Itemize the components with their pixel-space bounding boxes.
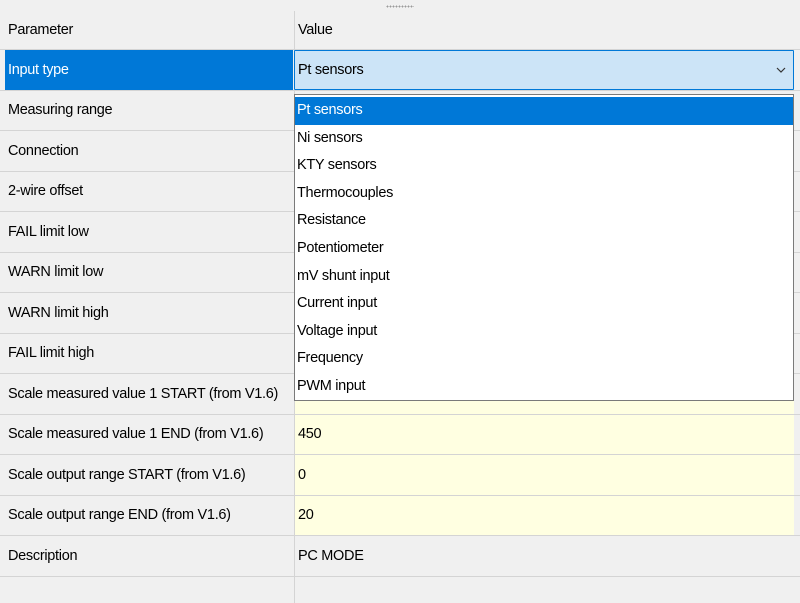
param-label: WARN limit high xyxy=(8,304,109,321)
table-row[interactable]: Description PC MODE xyxy=(0,536,800,577)
row-input-type[interactable]: Input type Pt sensors xyxy=(0,50,800,91)
param-label: 2-wire offset xyxy=(8,183,83,200)
grip-dots xyxy=(386,5,414,8)
param-label: Scale measured value 1 END (from V1.6) xyxy=(8,426,264,443)
param-label: WARN limit low xyxy=(8,264,104,281)
param-label: FAIL limit high xyxy=(8,345,95,362)
grid-header: Parameter Value xyxy=(0,11,800,50)
dropdown-option-current-input[interactable]: Current input xyxy=(295,290,793,318)
header-value[interactable]: Value xyxy=(294,11,794,49)
table-row-empty xyxy=(0,576,800,603)
dropdown-option-mv-shunt-input[interactable]: mV shunt input xyxy=(295,263,793,291)
input-type-combobox[interactable]: Pt sensors xyxy=(294,50,794,90)
splitter-grip[interactable] xyxy=(0,0,800,11)
param-label: Scale output range START (from V1.6) xyxy=(8,466,246,483)
dropdown-option-potentiometer[interactable]: Potentiometer xyxy=(295,235,793,263)
dropdown-option-voltage-input[interactable]: Voltage input xyxy=(295,318,793,346)
dropdown-option-thermocouples[interactable]: Thermocouples xyxy=(295,180,793,208)
chevron-down-icon[interactable] xyxy=(775,64,787,76)
header-parameter[interactable]: Parameter xyxy=(5,11,293,49)
dropdown-option-kty-sensors[interactable]: KTY sensors xyxy=(295,152,793,180)
output-end-input[interactable]: 20 xyxy=(294,495,794,535)
combobox-value: Pt sensors xyxy=(298,61,364,78)
param-label: Connection xyxy=(8,142,79,159)
param-label: Scale output range END (from V1.6) xyxy=(8,507,231,524)
input-type-dropdown-list[interactable]: Pt sensors Ni sensors KTY sensors Thermo… xyxy=(294,94,794,401)
dropdown-option-pt-sensors[interactable]: Pt sensors xyxy=(295,97,793,125)
param-label: Description xyxy=(8,547,78,564)
param-label-empty xyxy=(5,577,293,603)
description-value[interactable]: PC MODE xyxy=(294,536,794,576)
table-row[interactable]: Scale measured value 1 END (from V1.6) 4… xyxy=(0,414,800,455)
param-label: Input type xyxy=(5,50,293,90)
param-label: Measuring range xyxy=(8,102,113,119)
dropdown-option-ni-sensors[interactable]: Ni sensors xyxy=(295,125,793,153)
dropdown-option-frequency[interactable]: Frequency xyxy=(295,345,793,373)
table-row[interactable]: Scale output range END (from V1.6) 20 xyxy=(0,495,800,536)
output-start-input[interactable]: 0 xyxy=(294,455,794,495)
param-label: FAIL limit low xyxy=(8,223,89,240)
scale-end-input[interactable]: 450 xyxy=(294,414,794,454)
param-value-empty xyxy=(294,576,794,603)
param-label: Scale measured value 1 START (from V1.6) xyxy=(8,385,279,402)
table-row[interactable]: Scale output range START (from V1.6) 0 xyxy=(0,455,800,496)
dropdown-option-pwm-input[interactable]: PWM input xyxy=(295,373,793,401)
dropdown-option-resistance[interactable]: Resistance xyxy=(295,207,793,235)
